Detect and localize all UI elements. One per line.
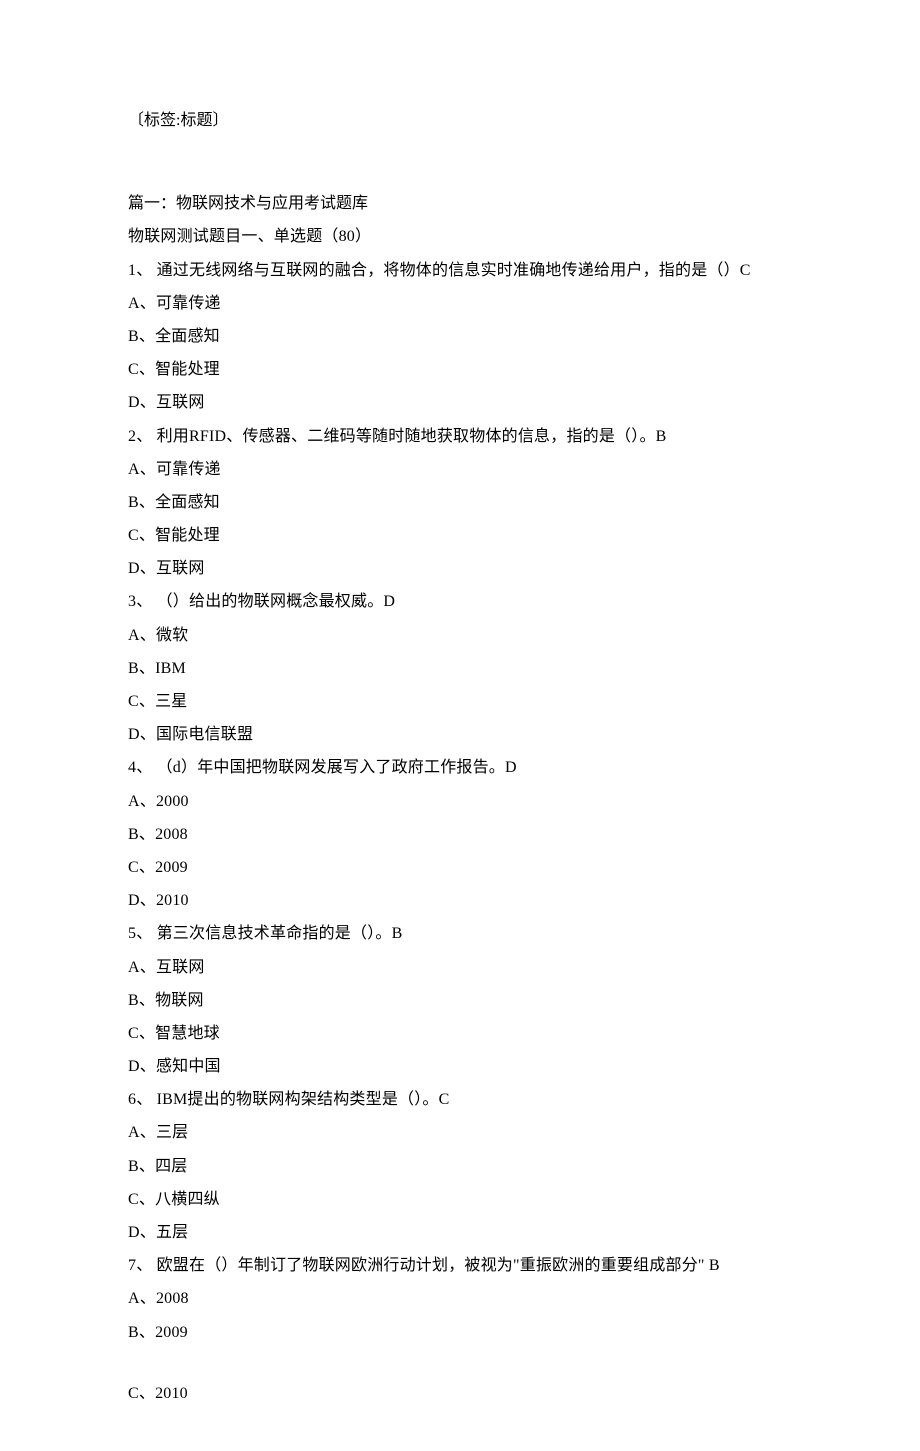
section-subtitle: 物联网测试题目一、单选题（80） — [128, 221, 792, 252]
option-text: A、2008 — [128, 1283, 792, 1314]
option-text: A、互联网 — [128, 952, 792, 983]
option-text: D、五层 — [128, 1217, 792, 1248]
question-text: 5、 第三次信息技术革命指的是（）。B — [128, 918, 792, 949]
option-text: C、2010 — [128, 1378, 792, 1409]
option-text: A、三层 — [128, 1117, 792, 1148]
option-text: A、可靠传递 — [128, 288, 792, 319]
option-text: D、2010 — [128, 885, 792, 916]
option-text: B、2009 — [128, 1317, 792, 1348]
question-text: 3、 （）给出的物联网概念最权威。D — [128, 586, 792, 617]
question-text: 6、 IBM提出的物联网构架结构类型是（）。C — [128, 1084, 792, 1115]
option-text: C、八横四纵 — [128, 1184, 792, 1215]
question-text: 2、 利用RFID、传感器、二维码等随时随地获取物体的信息，指的是（）。B — [128, 421, 792, 452]
option-text: D、感知中国 — [128, 1051, 792, 1082]
option-text: C、智慧地球 — [128, 1018, 792, 1049]
option-text: B、物联网 — [128, 985, 792, 1016]
question-text: 1、 通过无线网络与互联网的融合，将物体的信息实时准确地传递给用户，指的是（）C — [128, 255, 792, 286]
section-title: 篇一：物联网技术与应用考试题库 — [128, 188, 792, 219]
option-text: A、2000 — [128, 786, 792, 817]
option-text: A、微软 — [128, 620, 792, 651]
option-text: C、智能处理 — [128, 354, 792, 385]
tag-header: 〔标签:标题〕 — [128, 105, 792, 136]
option-text: C、三星 — [128, 686, 792, 717]
option-text: C、智能处理 — [128, 520, 792, 551]
option-text: D、互联网 — [128, 387, 792, 418]
option-text: B、全面感知 — [128, 487, 792, 518]
option-text: B、全面感知 — [128, 321, 792, 352]
option-text: B、IBM — [128, 653, 792, 684]
option-text: D、互联网 — [128, 553, 792, 584]
option-text: B、四层 — [128, 1151, 792, 1182]
option-text: B、2008 — [128, 819, 792, 850]
option-text: C、2009 — [128, 852, 792, 883]
question-text: 4、 （d）年中国把物联网发展写入了政府工作报告。D — [128, 752, 792, 783]
question-text: 7、 欧盟在（）年制订了物联网欧洲行动计划，被视为"重振欧洲的重要组成部分" B — [128, 1250, 792, 1281]
option-text: A、可靠传递 — [128, 454, 792, 485]
option-text: D、国际电信联盟 — [128, 719, 792, 750]
